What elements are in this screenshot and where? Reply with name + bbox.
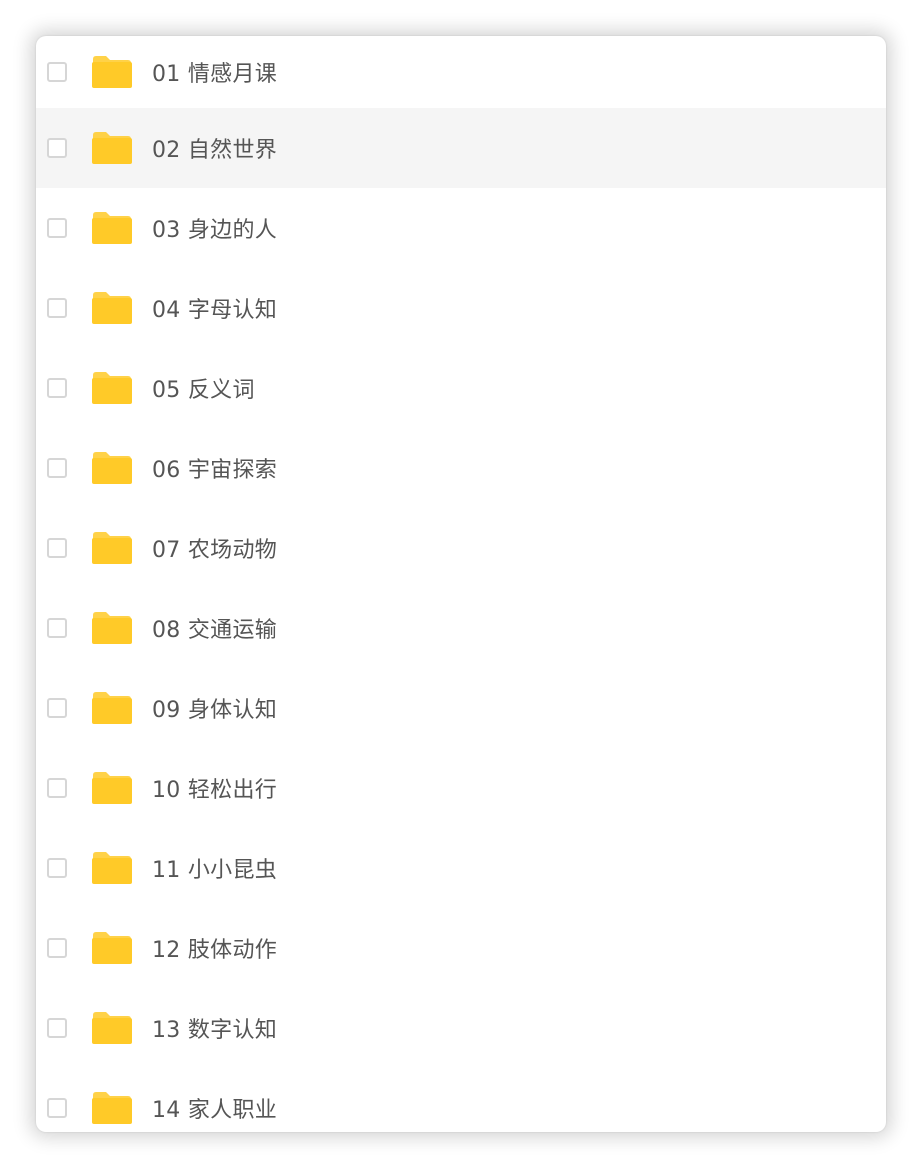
file-row[interactable]: 07 农场动物	[36, 508, 886, 588]
file-row[interactable]: 02 自然世界	[36, 108, 886, 188]
folder-name: 14 家人职业	[152, 1098, 278, 1123]
folder-name: 09 身体认知	[152, 698, 278, 723]
select-checkbox[interactable]	[47, 698, 67, 718]
folder-name: 01 情感月课	[152, 62, 278, 87]
folder-name: 08 交通运输	[152, 618, 278, 643]
select-checkbox[interactable]	[47, 1018, 67, 1038]
select-checkbox[interactable]	[47, 858, 67, 878]
file-row[interactable]: 05 反义词	[36, 348, 886, 428]
folder-icon	[91, 691, 133, 725]
folder-icon	[91, 771, 133, 805]
file-row[interactable]: 10 轻松出行	[36, 748, 886, 828]
folder-icon	[91, 55, 133, 89]
folder-name: 11 小小昆虫	[152, 858, 278, 883]
select-checkbox[interactable]	[47, 218, 67, 238]
folder-name: 02 自然世界	[152, 138, 278, 163]
select-checkbox[interactable]	[47, 778, 67, 798]
folder-icon	[91, 851, 133, 885]
folder-name: 12 肢体动作	[152, 938, 278, 963]
file-row[interactable]: 12 肢体动作	[36, 908, 886, 988]
file-row[interactable]: 11 小小昆虫	[36, 828, 886, 908]
folder-name: 04 字母认知	[152, 298, 278, 323]
select-checkbox[interactable]	[47, 618, 67, 638]
select-checkbox[interactable]	[47, 378, 67, 398]
folder-name: 07 农场动物	[152, 538, 278, 563]
folder-icon	[91, 931, 133, 965]
select-checkbox[interactable]	[47, 138, 67, 158]
file-row[interactable]: 04 字母认知	[36, 268, 886, 348]
file-row[interactable]: 14 家人职业	[36, 1068, 886, 1132]
folder-name: 05 反义词	[152, 378, 255, 403]
folder-icon	[91, 371, 133, 405]
file-row[interactable]: 01 情感月课	[36, 36, 886, 108]
folder-icon	[91, 211, 133, 245]
file-list-panel: 01 情感月课 02 自然世界 03 身边的人 04 字母认知 05 反义词 0…	[36, 36, 886, 1132]
select-checkbox[interactable]	[47, 1098, 67, 1118]
folder-icon	[91, 451, 133, 485]
folder-name: 03 身边的人	[152, 218, 278, 243]
file-row[interactable]: 06 宇宙探索	[36, 428, 886, 508]
select-checkbox[interactable]	[47, 298, 67, 318]
file-row[interactable]: 08 交通运输	[36, 588, 886, 668]
folder-icon	[91, 291, 133, 325]
select-checkbox[interactable]	[47, 538, 67, 558]
select-checkbox[interactable]	[47, 458, 67, 478]
select-checkbox[interactable]	[47, 938, 67, 958]
folder-icon	[91, 131, 133, 165]
folder-icon	[91, 1091, 133, 1125]
folder-name: 13 数字认知	[152, 1018, 278, 1043]
folder-icon	[91, 1011, 133, 1045]
file-row[interactable]: 09 身体认知	[36, 668, 886, 748]
select-checkbox[interactable]	[47, 62, 67, 82]
file-row[interactable]: 13 数字认知	[36, 988, 886, 1068]
folder-name: 06 宇宙探索	[152, 458, 278, 483]
folder-name: 10 轻松出行	[152, 778, 278, 803]
file-row[interactable]: 03 身边的人	[36, 188, 886, 268]
folder-icon	[91, 611, 133, 645]
folder-icon	[91, 531, 133, 565]
file-list: 01 情感月课 02 自然世界 03 身边的人 04 字母认知 05 反义词 0…	[36, 36, 886, 1132]
